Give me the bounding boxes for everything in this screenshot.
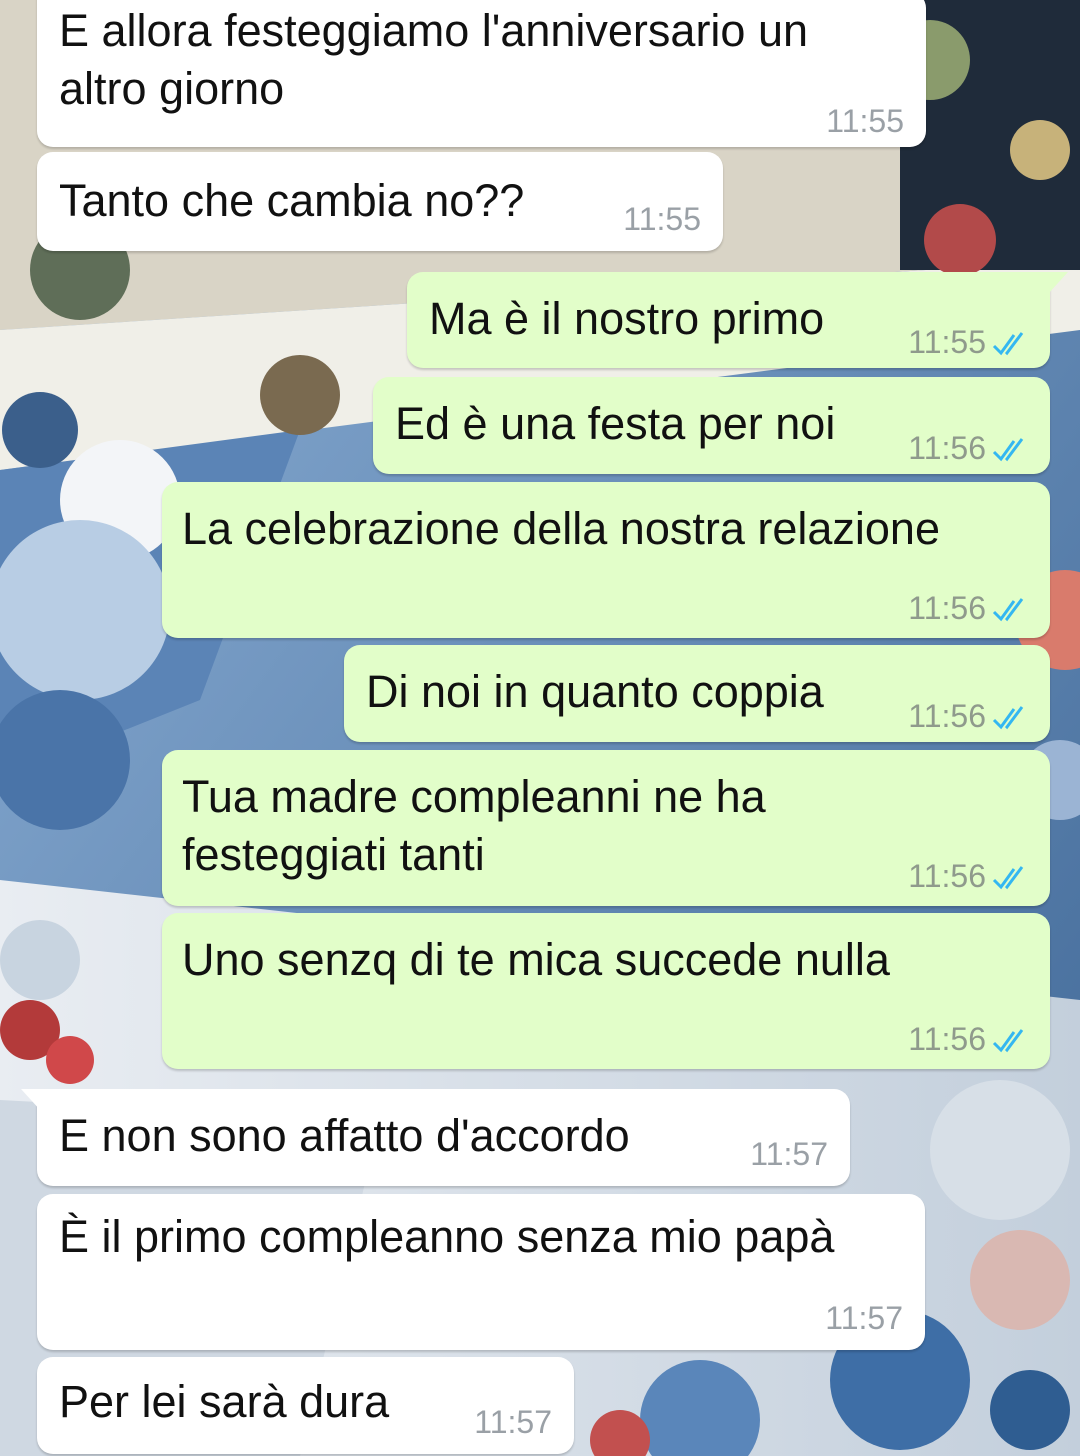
double-check-read-icon xyxy=(992,866,1024,890)
message-text: Per lei sarà dura xyxy=(59,1373,389,1431)
message-text: Uno senzq di te mica succede nulla xyxy=(182,931,890,989)
message-time: 11:56 xyxy=(908,590,986,626)
message-time: 11:55 xyxy=(623,201,701,237)
message-text: Di noi in quanto coppia xyxy=(366,663,824,721)
message-text-line: Per lei sarà dura xyxy=(59,1376,390,1427)
message-time: 11:56 xyxy=(908,1021,986,1057)
chat-conversation[interactable]: E allora festeggiamo l'anniversario un a… xyxy=(0,0,1080,1456)
message-bubble-incoming[interactable]: Tanto che cambia no?? 11:55 xyxy=(37,152,723,251)
message-text-line: Tua madre compleanni ne ha xyxy=(182,771,766,822)
message-text: E allora festeggiamo l'anniversario un a… xyxy=(59,2,808,118)
double-check-read-icon xyxy=(992,1029,1024,1053)
message-text: Ma è il nostro primo xyxy=(429,290,824,348)
double-check-read-icon xyxy=(992,332,1024,356)
double-check-read-icon xyxy=(992,438,1024,462)
message-text-line: Ed è una festa per noi xyxy=(395,398,836,449)
message-time: 11:56 xyxy=(908,430,986,466)
message-text-line: E allora festeggiamo l'anniversario un xyxy=(59,5,809,56)
message-time: 11:56 xyxy=(908,858,986,894)
message-text-line: festeggiati tanti xyxy=(182,829,485,880)
message-time: 11:57 xyxy=(474,1404,552,1440)
message-text-line: E non sono affatto d'accordo xyxy=(59,1110,630,1161)
message-time: 11:57 xyxy=(750,1136,828,1172)
message-text: Tanto che cambia no?? xyxy=(59,172,524,230)
message-text-line: Tanto che cambia no?? xyxy=(59,175,525,226)
message-bubble-outgoing[interactable]: La celebrazione della nostra relazione 1… xyxy=(162,482,1050,638)
message-text-line: È il primo compleanno senza mio papà xyxy=(59,1211,835,1262)
message-text-line: Ma è il nostro primo xyxy=(429,293,825,344)
message-text-line: Di noi in quanto coppia xyxy=(366,666,824,717)
message-time: 11:55 xyxy=(826,103,904,139)
message-text: È il primo compleanno senza mio papà xyxy=(59,1208,834,1266)
bubble-tail xyxy=(1048,272,1068,294)
message-bubble-incoming[interactable]: È il primo compleanno senza mio papà 11:… xyxy=(37,1194,925,1350)
double-check-read-icon xyxy=(992,706,1024,730)
message-time: 11:56 xyxy=(908,698,986,734)
message-time: 11:57 xyxy=(825,1300,903,1336)
message-bubble-outgoing[interactable]: Uno senzq di te mica succede nulla 11:56 xyxy=(162,913,1050,1069)
message-text: Ed è una festa per noi xyxy=(395,395,835,453)
message-bubble-outgoing[interactable]: Di noi in quanto coppia 11:56 xyxy=(344,645,1050,742)
message-text: La celebrazione della nostra relazione xyxy=(182,500,940,558)
message-bubble-outgoing[interactable]: Ma è il nostro primo 11:55 xyxy=(407,272,1068,368)
message-bubble-incoming[interactable]: E non sono affatto d'accordo 11:57 xyxy=(21,1089,850,1186)
message-text-line: Uno senzq di te mica succede nulla xyxy=(182,934,890,985)
message-time: 11:55 xyxy=(908,324,986,360)
message-text-line: La celebrazione della nostra relazione xyxy=(182,503,940,554)
message-text: Tua madre compleanni ne ha festeggiati t… xyxy=(182,768,766,884)
bubble-tail xyxy=(21,1089,41,1111)
message-bubble-incoming[interactable]: Per lei sarà dura 11:57 xyxy=(37,1357,574,1454)
message-text-line: altro giorno xyxy=(59,63,285,114)
message-text: E non sono affatto d'accordo xyxy=(59,1107,630,1165)
message-bubble-incoming[interactable]: E allora festeggiamo l'anniversario un a… xyxy=(37,0,926,147)
message-bubble-outgoing[interactable]: Tua madre compleanni ne ha festeggiati t… xyxy=(162,750,1050,906)
message-bubble-outgoing[interactable]: Ed è una festa per noi 11:56 xyxy=(373,377,1050,474)
double-check-read-icon xyxy=(992,598,1024,622)
